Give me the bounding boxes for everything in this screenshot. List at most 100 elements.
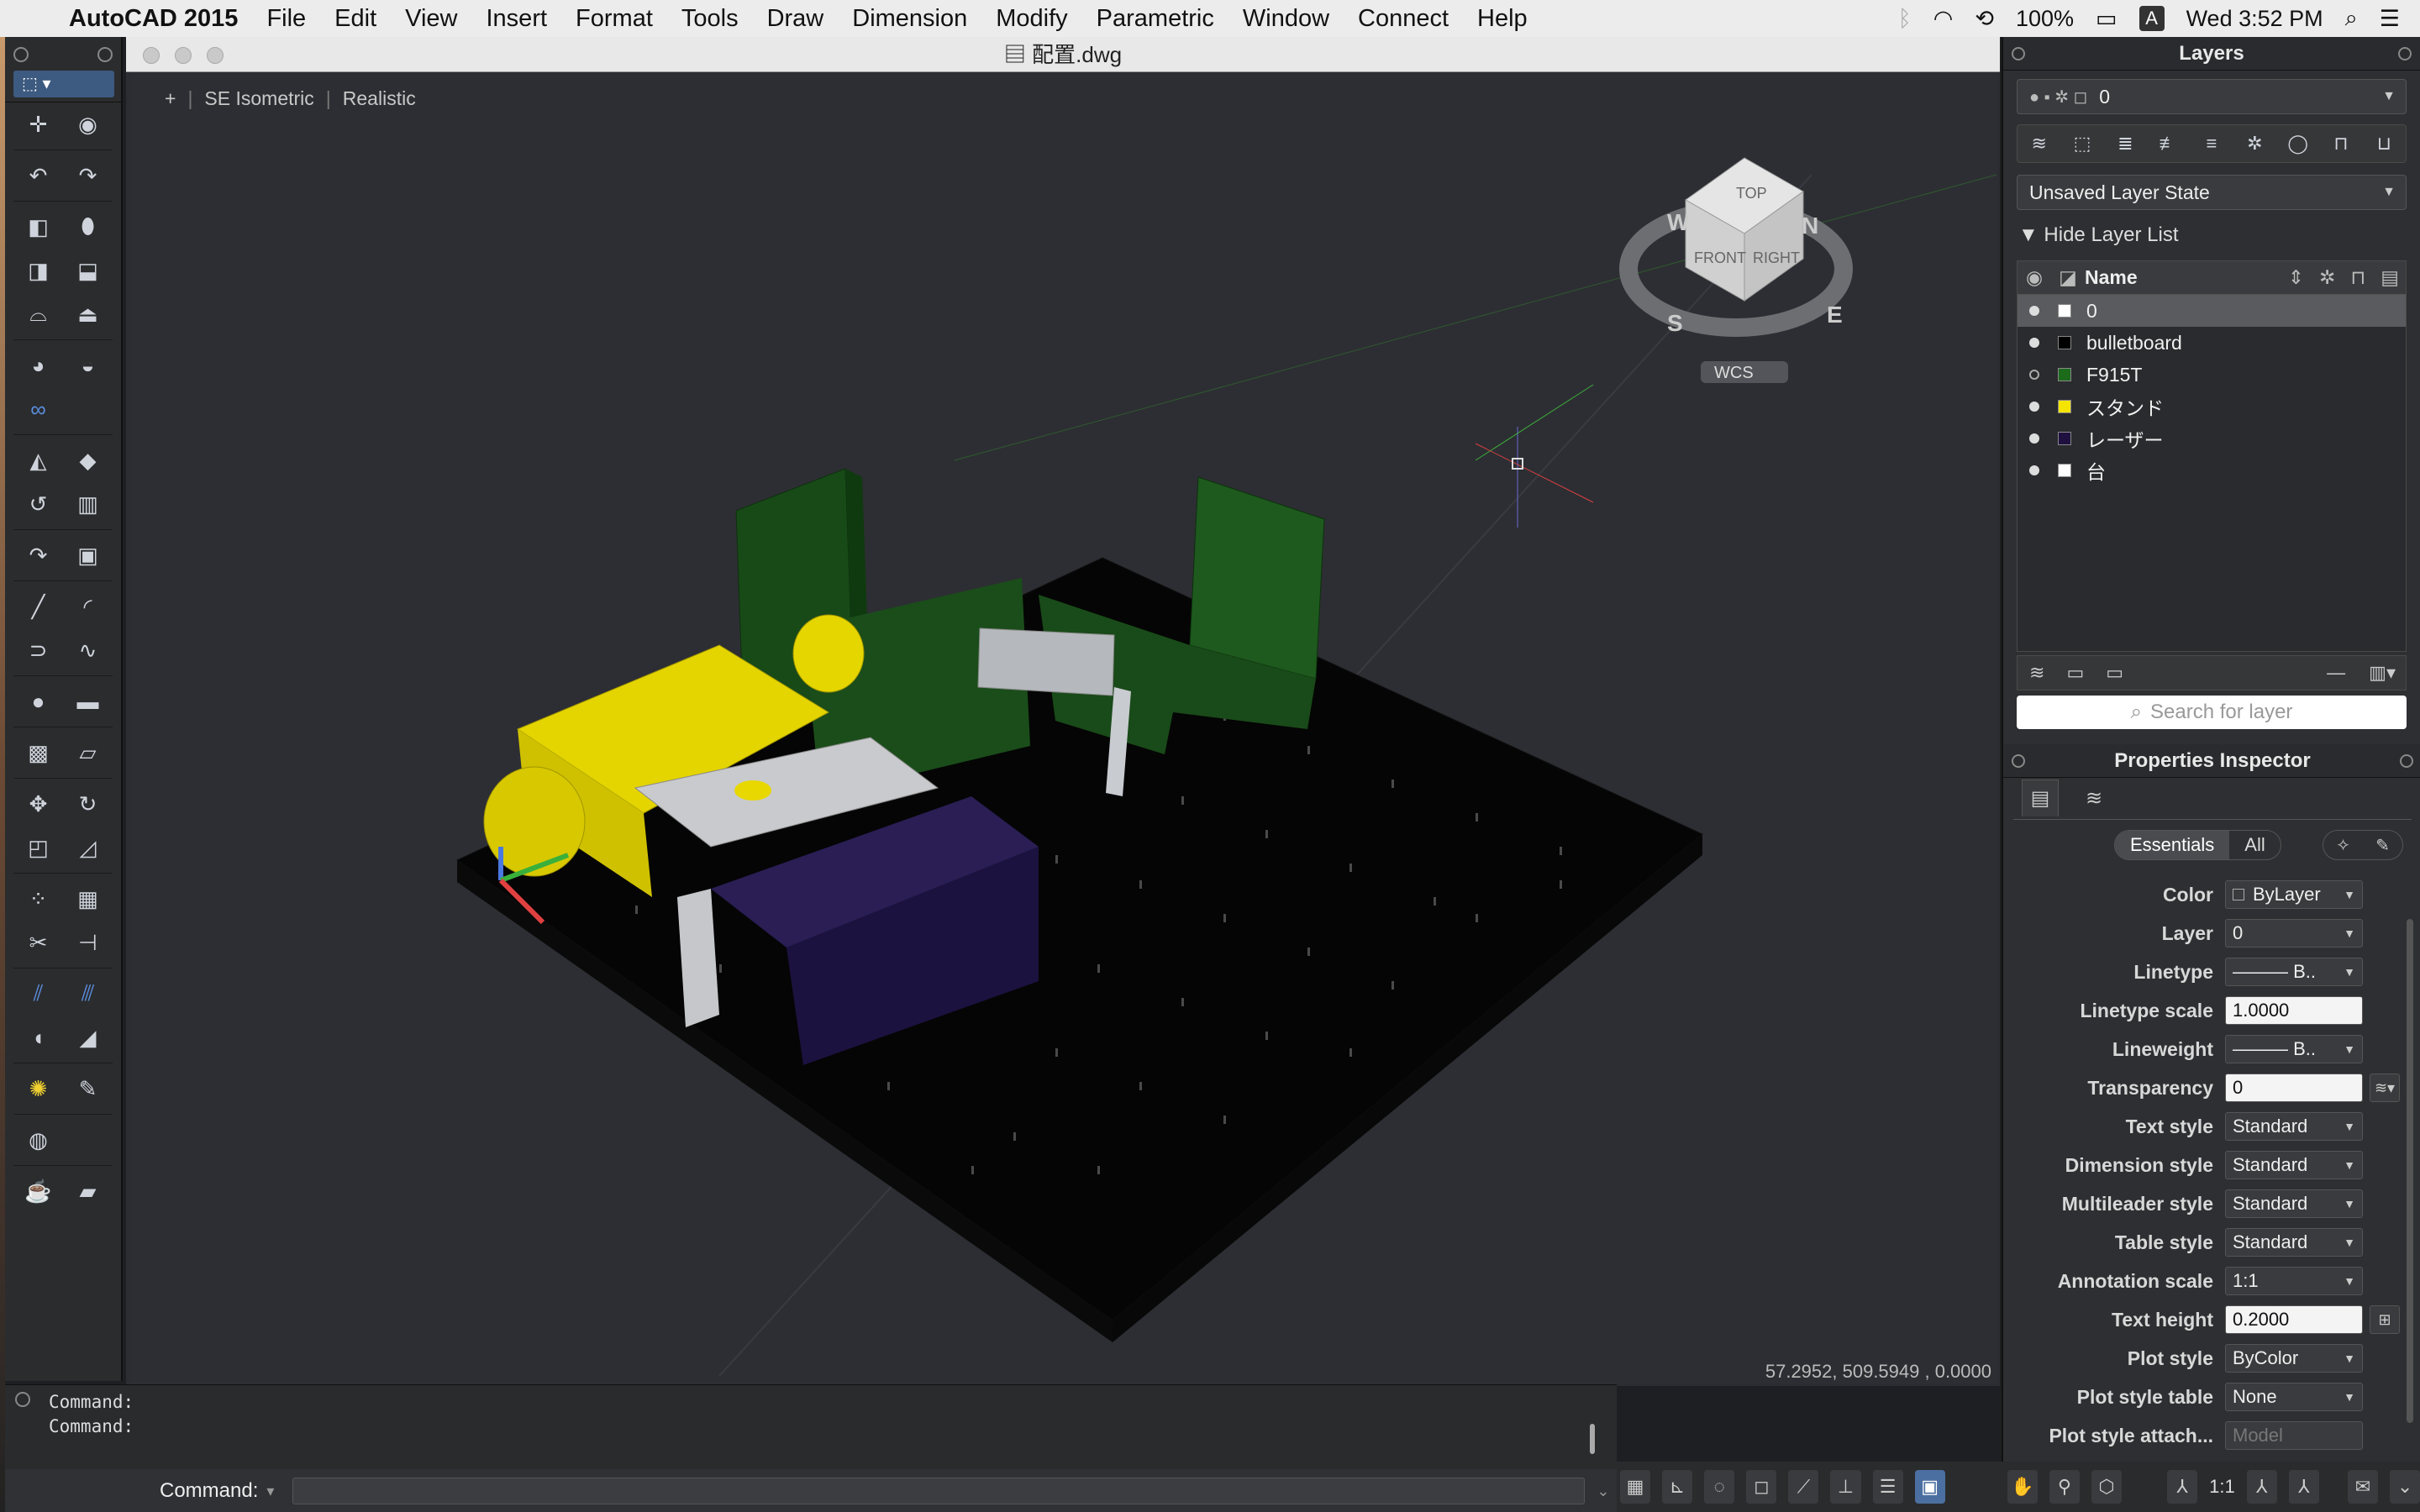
property-value-dropdown[interactable]: 1:1 ▼	[2225, 1267, 2363, 1295]
pick-add-icon[interactable]: ✎	[2375, 835, 2390, 856]
time-machine-icon[interactable]: ⟲	[1975, 6, 1994, 32]
layer-row[interactable]: スタンド	[2018, 391, 2406, 423]
rectangle-icon[interactable]: ▬	[73, 686, 103, 717]
polyline-icon[interactable]: ⊃	[24, 635, 54, 665]
menu-parametric[interactable]: Parametric	[1097, 5, 1214, 33]
layer-row[interactable]: F915T	[2018, 359, 2406, 391]
all-tab[interactable]: All	[2229, 831, 2280, 859]
surface-icon[interactable]: ◭	[24, 445, 54, 475]
erase-icon[interactable]: ▱	[73, 738, 103, 768]
menu-edit[interactable]: Edit	[334, 5, 376, 33]
property-value-dropdown[interactable]: None ▼	[2225, 1383, 2363, 1411]
bluetooth-icon[interactable]: ᛒ	[1898, 6, 1912, 32]
layer-color-swatch[interactable]	[2058, 336, 2071, 349]
eraser-icon[interactable]: ◆	[73, 445, 103, 475]
redo-icon[interactable]: ↷	[73, 160, 103, 191]
grid-display-icon[interactable]: ▦	[1620, 1470, 1651, 1504]
viewcube-top-label[interactable]: TOP	[1736, 185, 1767, 202]
layer-visibility-toggle[interactable]	[2018, 433, 2051, 444]
fillet-icon[interactable]: ◖	[24, 1022, 54, 1053]
intersect-icon[interactable]: ∞	[24, 394, 54, 424]
command-history-scrollbar[interactable]	[1590, 1424, 1595, 1454]
wcs-label[interactable]: WCS	[1714, 364, 1754, 382]
properties-tab-object-icon[interactable]: ▤	[2022, 780, 2059, 816]
box-icon[interactable]: ◧	[24, 212, 54, 242]
viewcube-south[interactable]: S	[1667, 310, 1683, 336]
window-minimize-button[interactable]	[175, 47, 192, 64]
chamfer-icon[interactable]: ◢	[73, 1022, 103, 1053]
current-column-icon[interactable]: ◪	[2051, 266, 2085, 289]
viewcube-right-label[interactable]: RIGHT	[1753, 249, 1800, 266]
join-icon[interactable]: ⫻	[73, 979, 103, 1009]
arc-icon[interactable]: ◜	[73, 591, 103, 622]
property-value-dropdown[interactable]: Standard ▼	[2225, 1151, 2363, 1179]
model-viewport[interactable]: TOP FRONT RIGHT N S E W WCS + | SE Isome…	[131, 74, 1996, 1384]
layer-unlock-icon[interactable]: ⊔	[2370, 129, 2398, 158]
properties-panel-collapse-icon[interactable]	[2400, 754, 2413, 768]
layer-search-field[interactable]: ⌕ Search for layer	[2017, 696, 2407, 729]
lineweight-icon[interactable]: ☰	[1872, 1470, 1903, 1504]
property-value-dropdown[interactable]: Standard ▼	[2225, 1228, 2363, 1257]
visibility-column-icon[interactable]: ◉	[2018, 266, 2051, 289]
menu-tools[interactable]: Tools	[681, 5, 739, 33]
3d-object-snap-icon[interactable]: ⟋	[1788, 1470, 1819, 1504]
orbit-status-icon[interactable]: ⬡	[2091, 1470, 2123, 1504]
properties-scrollbar[interactable]	[2407, 919, 2413, 1423]
app-name-menu[interactable]: AutoCAD 2015	[69, 5, 238, 33]
menu-insert[interactable]: Insert	[487, 5, 548, 33]
property-value-input[interactable]: 0.2000	[2225, 1305, 2363, 1334]
current-layer-dropdown[interactable]: ● ▪ ✲ ◻ 0 ▼	[2017, 79, 2407, 114]
render-tool-icon[interactable]: ✎	[73, 1074, 103, 1104]
annotation-scale-value[interactable]: 1:1	[2209, 1476, 2235, 1498]
layer-color-swatch[interactable]	[2058, 432, 2071, 445]
trim-icon[interactable]: ✂	[24, 927, 54, 958]
viewcube-west[interactable]: W	[1667, 209, 1690, 235]
properties-tab-layers-icon[interactable]: ≋	[2075, 780, 2112, 816]
command-input[interactable]	[292, 1478, 1586, 1504]
auto-scale-icon[interactable]: ⅄	[2288, 1470, 2319, 1504]
scale-icon[interactable]: ◰	[24, 832, 54, 863]
viewcube-east[interactable]: E	[1827, 302, 1843, 328]
layer-row[interactable]: 台	[2018, 454, 2406, 486]
layer-color-swatch[interactable]	[2058, 304, 2071, 318]
align-icon[interactable]: ⊣	[73, 927, 103, 958]
paint-icon[interactable]: ▩	[24, 738, 54, 768]
property-value-input[interactable]: 0	[2225, 1074, 2363, 1102]
menu-file[interactable]: File	[266, 5, 306, 33]
layer-visibility-toggle[interactable]	[2018, 338, 2051, 348]
dynamic-ucs-icon[interactable]: ⊥	[1830, 1470, 1861, 1504]
new-layer-icon[interactable]: ≋	[2029, 662, 2044, 684]
input-source-badge[interactable]: A	[2139, 6, 2165, 31]
property-value-dropdown[interactable]: 0 ▼	[2225, 919, 2363, 948]
render-icon[interactable]: ◍	[24, 1125, 54, 1155]
layer-state-dropdown[interactable]: Unsaved Layer State ▼	[2017, 175, 2407, 210]
union-icon[interactable]: ◕	[24, 350, 54, 381]
layer-off-icon[interactable]: ≡	[2197, 129, 2226, 158]
palette-minimize-icon[interactable]	[97, 47, 113, 62]
quick-select-icon[interactable]: ✧	[2336, 835, 2350, 856]
fillet-edge-icon[interactable]: ↷	[24, 540, 54, 570]
layer-visibility-toggle[interactable]	[2018, 402, 2051, 412]
annotation-visibility-icon[interactable]: ⅄	[2246, 1470, 2277, 1504]
section-plane-icon[interactable]: ▣	[73, 540, 103, 570]
customize-status-icon[interactable]: ⌄	[2390, 1470, 2420, 1504]
layer-lock-icon[interactable]: ⊓	[2327, 129, 2355, 158]
snap-mode-icon[interactable]: ⊾	[1662, 1470, 1693, 1504]
presspull-icon[interactable]: ⬓	[73, 255, 103, 286]
transparency-icon[interactable]: ▣	[1914, 1470, 1945, 1504]
layer-color-swatch[interactable]	[2058, 368, 2071, 381]
view-name-menu[interactable]: SE Isometric	[204, 87, 313, 110]
name-column-header[interactable]: Name	[2085, 266, 2138, 289]
visual-style-menu[interactable]: Realistic	[343, 87, 416, 110]
menu-view[interactable]: View	[405, 5, 457, 33]
viewcube-north[interactable]: N	[1802, 213, 1818, 239]
notification-center-icon[interactable]: ☰	[2380, 6, 2400, 32]
cylinder-icon[interactable]: ⬮	[73, 212, 103, 242]
rotate-icon[interactable]: ↻	[73, 789, 103, 819]
window-close-button[interactable]	[143, 47, 160, 64]
annotation-scale-icon[interactable]: ⅄	[2167, 1470, 2198, 1504]
move-icon[interactable]: ✥	[24, 789, 54, 819]
layer-unisolate-icon[interactable]: ≢	[2154, 129, 2183, 158]
command-window-close-icon[interactable]	[15, 1392, 30, 1407]
battery-icon[interactable]: ▭	[2096, 6, 2118, 32]
